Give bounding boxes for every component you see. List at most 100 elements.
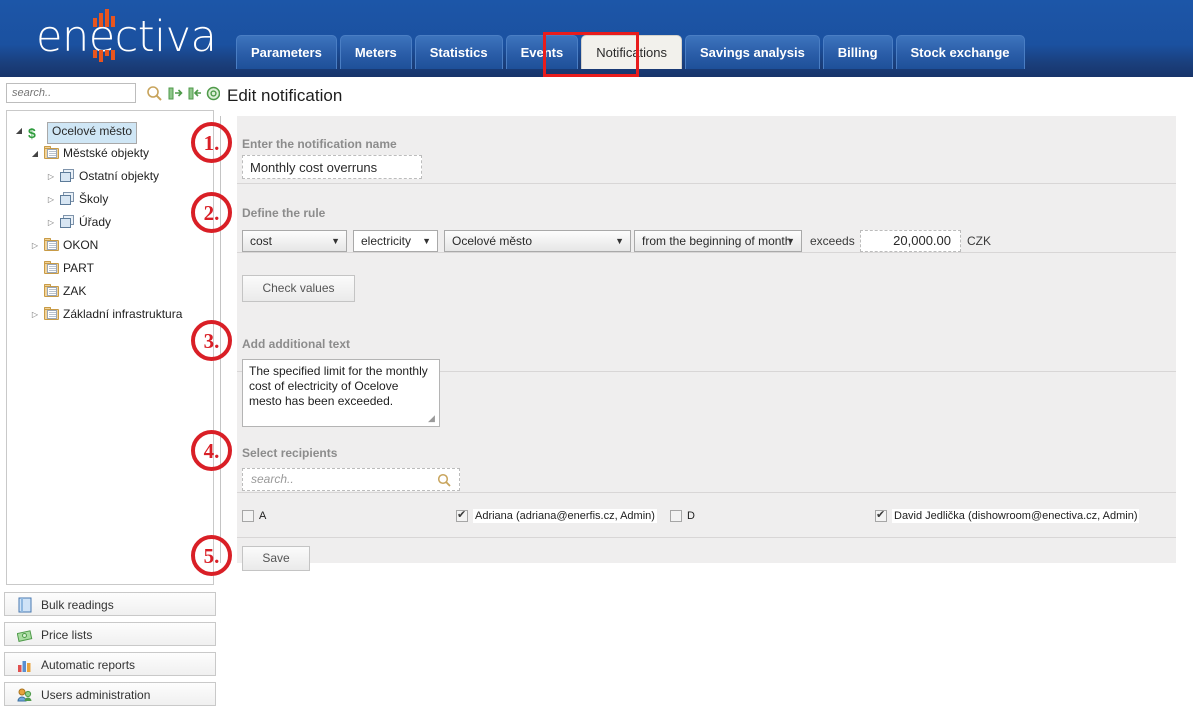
save-button[interactable]: Save xyxy=(242,546,310,571)
tree-item[interactable]: ◢$ Ocelové město xyxy=(7,119,213,142)
rule-threshold-input[interactable]: 20,000.00 xyxy=(860,230,961,252)
checkbox[interactable] xyxy=(670,510,682,522)
sidebar-button-bulk-readings[interactable]: Bulk readings xyxy=(4,592,216,616)
sidebar-button-label: Automatic reports xyxy=(41,658,135,672)
sidebar-buttons[interactable]: Bulk readings Price lists Automatic report… xyxy=(4,592,216,712)
expand-tree-icon[interactable] xyxy=(167,85,184,102)
section-divider-4 xyxy=(237,492,1176,493)
sidebar-button-automatic-reports[interactable]: Automatic reports xyxy=(4,652,216,676)
tree-item-label: Školy xyxy=(79,188,108,211)
rule-object-select[interactable]: Ocelové město ▼ xyxy=(444,230,631,252)
tree-expand-arrow-icon[interactable]: ▷ xyxy=(45,211,57,234)
rule-commodity-select[interactable]: electricity ▼ xyxy=(353,230,438,252)
section-divider-1 xyxy=(237,183,1176,184)
tree-collapse-arrow-icon[interactable]: ◢ xyxy=(29,142,41,165)
rule-operator-label: exceeds xyxy=(810,234,855,248)
tree-item-label: Úřady xyxy=(79,211,111,234)
sidebar: ◢$Ocelové město◢Městské objekty▷Ostatní … xyxy=(0,77,220,664)
rule-quantity-select[interactable]: cost ▼ xyxy=(242,230,347,252)
step-marker-2: 2. xyxy=(191,192,232,233)
tab-statistics[interactable]: Statistics xyxy=(415,35,503,69)
tab-savings-analysis[interactable]: Savings analysis xyxy=(685,35,820,69)
tree-expand-arrow-icon[interactable]: ▷ xyxy=(29,303,41,326)
sidebar-button-label: Price lists xyxy=(41,628,92,642)
tree-item[interactable]: ZAK xyxy=(7,280,213,303)
chart-icon xyxy=(17,657,33,673)
money-icon xyxy=(17,627,33,643)
chevron-down-icon: ▼ xyxy=(331,231,340,252)
sidebar-search-input[interactable] xyxy=(6,83,136,103)
tree-item[interactable]: ▷ OKON xyxy=(7,234,213,257)
object-tree[interactable]: ◢$Ocelové město◢Městské objekty▷Ostatní … xyxy=(6,110,214,585)
rule-unit-label: CZK xyxy=(967,234,991,248)
main-content: Edit notification Enter the notification… xyxy=(220,77,1193,664)
checkbox[interactable] xyxy=(456,510,468,522)
search-icon[interactable] xyxy=(437,473,452,493)
tree-item[interactable]: PART xyxy=(7,257,213,280)
tab-parameters[interactable]: Parameters xyxy=(236,35,337,69)
chevron-down-icon: ▼ xyxy=(786,231,795,252)
meters-icon xyxy=(60,192,75,207)
folder-icon xyxy=(44,238,59,253)
dollar-icon: $ xyxy=(28,123,43,138)
check-values-button[interactable]: Check values xyxy=(242,275,355,302)
tree-item[interactable]: ◢ Městské objekty xyxy=(7,142,213,165)
book-icon xyxy=(17,597,33,613)
tree-expand-arrow-icon[interactable]: ▷ xyxy=(29,234,41,257)
step-marker-4: 4. xyxy=(191,430,232,471)
tree-item-label: OKON xyxy=(63,234,98,257)
tree-item[interactable]: ▷ Ostatní objekty xyxy=(7,165,213,188)
recipient-david-jedlicka[interactable]: David Jedlička (dishowroom@enectiva.cz, … xyxy=(875,510,1139,522)
recipient-label: A xyxy=(259,510,266,522)
tree-item[interactable]: ▷ Základní infrastruktura xyxy=(7,303,213,326)
additional-text-textarea[interactable] xyxy=(242,359,440,427)
rule-period-value: from the beginning of month xyxy=(642,234,791,248)
main-nav-tabs[interactable]: ParametersMetersStatisticsEventsNotifica… xyxy=(236,35,1028,77)
recipient-group-a[interactable]: A xyxy=(242,510,266,522)
step2-label: Define the rule xyxy=(242,206,325,220)
tab-meters[interactable]: Meters xyxy=(340,35,412,69)
step1-label: Enter the notification name xyxy=(242,137,397,151)
recipient-group-d[interactable]: D xyxy=(670,510,695,522)
search-icon[interactable] xyxy=(146,85,163,102)
tree-item-label: Městské objekty xyxy=(63,142,149,165)
rule-quantity-value: cost xyxy=(250,234,272,248)
notification-name-input[interactable] xyxy=(242,155,422,179)
tab-billing[interactable]: Billing xyxy=(823,35,893,69)
logo-bars-bottom-icon xyxy=(93,50,119,64)
collapse-tree-icon[interactable] xyxy=(187,85,204,102)
sidebar-button-users-administration[interactable]: Users administration xyxy=(4,682,216,706)
step-marker-3: 3. xyxy=(191,320,232,361)
tab-stock-exchange[interactable]: Stock exchange xyxy=(896,35,1025,69)
recipient-label: David Jedlička (dishowroom@enectiva.cz, … xyxy=(892,509,1139,523)
tree-expand-arrow-icon[interactable]: ▷ xyxy=(45,188,57,211)
tab-notifications[interactable]: Notifications xyxy=(581,35,682,69)
app-header: enectiva ParametersMetersStatisticsEvent… xyxy=(0,0,1193,77)
tree-collapse-arrow-icon[interactable]: ◢ xyxy=(13,119,25,142)
rule-period-select[interactable]: from the beginning of month ▼ xyxy=(634,230,802,252)
rule-commodity-value: electricity xyxy=(361,234,411,248)
meters-icon xyxy=(60,169,75,184)
logo-bars-top-icon xyxy=(93,9,119,27)
step-marker-1: 1. xyxy=(191,122,232,163)
recipients-search-input[interactable]: search.. xyxy=(242,468,460,491)
step4-label: Select recipients xyxy=(242,446,337,460)
chevron-down-icon: ▼ xyxy=(615,231,624,252)
sidebar-button-price-lists[interactable]: Price lists xyxy=(4,622,216,646)
tree-item[interactable]: ▷ Školy xyxy=(7,188,213,211)
tab-events[interactable]: Events xyxy=(506,35,579,69)
tree-item-label: Ocelové město xyxy=(47,122,137,144)
tree-expand-arrow-icon[interactable]: ▷ xyxy=(45,165,57,188)
checkbox[interactable] xyxy=(242,510,254,522)
tree-item-label: ZAK xyxy=(63,280,86,303)
tree-item[interactable]: ▷ Úřady xyxy=(7,211,213,234)
recipient-label: D xyxy=(687,510,695,522)
step-marker-5: 5. xyxy=(191,535,232,576)
folder-icon xyxy=(44,307,59,322)
tree-item-label: Ostatní objekty xyxy=(79,165,159,188)
recipient-adriana[interactable]: Adriana (adriana@enerfis.cz, Admin) xyxy=(456,510,657,522)
meters-icon xyxy=(60,215,75,230)
folder-icon xyxy=(44,146,59,161)
tree-item-label: Základní infrastruktura xyxy=(63,303,182,326)
checkbox[interactable] xyxy=(875,510,887,522)
